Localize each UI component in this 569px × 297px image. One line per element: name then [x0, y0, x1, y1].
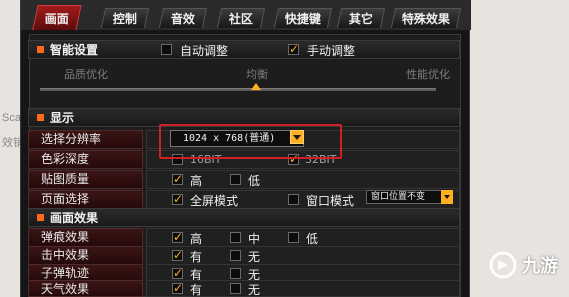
hit-effect-on-label: 有	[190, 250, 203, 264]
slider-label-quality: 品质优化	[64, 68, 108, 81]
display-header-label: 显示	[50, 111, 75, 125]
resolution-label: 选择分辨率	[28, 130, 143, 149]
tab-bar: 画面 控制 音效 社区 快捷键 其它 特殊效果	[21, 0, 471, 30]
windowed-label: 窗口模式	[306, 194, 355, 208]
bullet-mark-low-checkbox[interactable]	[288, 232, 299, 243]
weather-effect-off-checkbox[interactable]	[230, 283, 241, 294]
window-position-select[interactable]: 窗口位置不变	[366, 190, 442, 204]
tab-community[interactable]: 社区	[216, 8, 266, 28]
texture-low-checkbox[interactable]	[230, 174, 241, 185]
bullet-mark-row: 弹痕效果	[28, 228, 460, 247]
section-marker-icon	[37, 114, 44, 121]
watermark-logo: 九游	[488, 250, 558, 280]
hit-effect-off-checkbox[interactable]	[230, 250, 241, 261]
weather-effect-on-checkbox[interactable]: ✓	[172, 282, 183, 294]
highlight-box	[159, 124, 342, 159]
window-mode-label: 页面选择	[28, 190, 143, 209]
color-depth-label: 色彩深度	[28, 150, 143, 169]
fullscreen-checkbox[interactable]: ✓	[172, 193, 183, 205]
preset-label: 智能设置	[50, 43, 99, 57]
hit-effect-on-checkbox[interactable]: ✓	[172, 249, 183, 261]
texture-high-label: 高	[190, 174, 203, 188]
bullet-mark-mid-label: 中	[248, 232, 261, 246]
window-position-dropdown-button[interactable]	[441, 190, 453, 204]
tab-graphics[interactable]: 画面	[32, 5, 82, 30]
bullet-mark-low-label: 低	[306, 232, 319, 246]
texture-row: 贴图质量	[28, 170, 460, 189]
bullet-trail-on-checkbox[interactable]: ✓	[172, 267, 183, 279]
texture-label: 贴图质量	[28, 170, 143, 189]
texture-high-checkbox[interactable]: ✓	[172, 173, 183, 185]
tab-other[interactable]: 其它	[336, 8, 386, 28]
effects-section-header: 画面效果	[28, 208, 460, 227]
bullet-mark-label: 弹痕效果	[28, 228, 143, 247]
bullet-mark-high-label: 高	[190, 232, 203, 246]
weather-effect-on-label: 有	[190, 283, 203, 297]
weather-effect-label: 天气效果	[28, 280, 143, 297]
bullet-mark-mid-checkbox[interactable]	[230, 232, 241, 243]
section-marker-icon	[37, 214, 44, 221]
section-marker-icon	[37, 46, 44, 53]
hit-effect-label: 击中效果	[28, 246, 143, 265]
auto-adjust-checkbox[interactable]	[161, 44, 172, 55]
preset-section-header: 智能设置	[28, 40, 460, 59]
weather-effect-row: 天气效果	[28, 280, 460, 297]
bullet-trail-off-checkbox[interactable]	[230, 268, 241, 279]
manual-adjust-checkbox[interactable]: ✓	[288, 43, 299, 55]
texture-low-label: 低	[248, 174, 261, 188]
effects-header-label: 画面效果	[50, 211, 99, 225]
tab-controls[interactable]: 控制	[100, 8, 150, 28]
tab-sound[interactable]: 音效	[158, 8, 208, 28]
weather-effect-off-label: 无	[248, 283, 261, 297]
tab-special-effects[interactable]: 特殊效果	[390, 8, 462, 28]
auto-adjust-label: 自动调整	[180, 44, 229, 58]
manual-adjust-label: 手动调整	[307, 44, 356, 58]
watermark-text: 九游	[522, 256, 558, 277]
slider-label-performance: 性能优化	[406, 68, 450, 81]
bullet-mark-high-checkbox[interactable]: ✓	[172, 231, 183, 243]
quality-slider-thumb[interactable]	[251, 83, 261, 90]
hit-effect-row: 击中效果	[28, 246, 460, 265]
slider-label-balanced: 均衡	[246, 68, 268, 81]
nine-game-logo-icon	[489, 251, 517, 279]
chevron-down-icon	[444, 195, 450, 199]
hit-effect-off-label: 无	[248, 250, 261, 264]
quality-slider-track[interactable]	[40, 88, 436, 91]
fullscreen-label: 全屏模式	[190, 194, 239, 208]
windowed-checkbox[interactable]	[288, 194, 299, 205]
tab-hotkeys[interactable]: 快捷键	[273, 8, 333, 28]
